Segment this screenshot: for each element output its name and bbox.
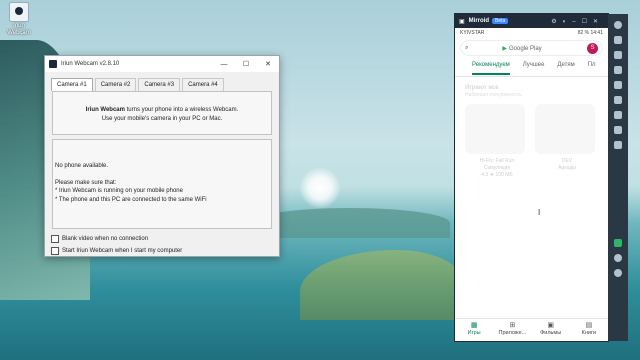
slider-icon[interactable]: [614, 81, 622, 89]
tab-top[interactable]: Лучшее: [523, 62, 545, 76]
app-cards: [465, 104, 608, 154]
carrier-text: KYIVSTAR: [460, 29, 485, 36]
app-rating: 4,3 ★ 100 МБ: [481, 172, 513, 178]
iriun-window: Iriun Webcam v2.8.10 — ☐ ✕ Camera #1 Cam…: [44, 55, 280, 257]
home-icon[interactable]: [614, 36, 622, 44]
mirroid-window: ▣ Mirroid Beta ⚙◐–☐✕ KYIVSTAR 82 % 14:41…: [455, 14, 608, 341]
nav-games[interactable]: ▦ Игры: [455, 319, 493, 341]
app-card[interactable]: [465, 104, 525, 154]
volume-icon[interactable]: [614, 126, 622, 134]
rotate-icon[interactable]: [614, 111, 622, 119]
keyboard-icon[interactable]: [614, 66, 622, 74]
iriun-titlebar[interactable]: Iriun Webcam v2.8.10 — ☐ ✕: [45, 56, 279, 72]
app-category: Симуляция: [483, 165, 511, 171]
recents-icon[interactable]: [614, 51, 622, 59]
app-category: Аркады: [558, 165, 576, 171]
desktop-background-sun: [300, 168, 340, 208]
battery-time-text: 82 % 14:41: [577, 29, 603, 36]
autostart-checkbox[interactable]: Start Iriun Webcam when I start my compu…: [51, 247, 279, 255]
bottom-navigation: ▦ Игры ⊞ Приложе... ▣ Фильмы ▤ Книги: [455, 318, 608, 341]
close-icon[interactable]: ✕: [257, 60, 279, 68]
desktop-icon-label: Iriun Webcam: [7, 23, 31, 36]
checkbox-label: Start Iriun Webcam when I start my compu…: [62, 248, 183, 254]
more-icon[interactable]: [614, 269, 622, 277]
checkbox-box[interactable]: [51, 247, 59, 255]
checkbox-box[interactable]: [51, 235, 59, 243]
play-search-bar[interactable]: ⌕ ▶ Google Play S: [461, 41, 602, 55]
maximize-icon[interactable]: ☐: [235, 60, 257, 68]
app-name: DEV: [561, 158, 573, 164]
mirroid-titlebar[interactable]: ▣ Mirroid Beta ⚙◐–☐✕: [455, 14, 608, 28]
tab-more[interactable]: Пл: [588, 62, 596, 76]
desktop-icon-iriun[interactable]: Iriun Webcam: [4, 2, 34, 37]
app-card-caption: Hi-Fly: Fall Run Симуляция 4,3 ★ 100 МБ: [467, 158, 527, 179]
nav-label: Фильмы: [540, 330, 562, 336]
iriun-app-icon: [49, 60, 57, 68]
make-sure-text: Please make sure that:: [55, 179, 117, 186]
bullet-wifi: * The phone and this PC are connected to…: [55, 196, 207, 203]
tab-camera-1[interactable]: Camera #1: [51, 78, 93, 91]
window-title: Iriun Webcam v2.8.10: [61, 61, 120, 67]
desktop-background-shore: [300, 250, 460, 320]
section-title: Играют все: [465, 85, 499, 91]
desktop-background-island: [250, 208, 450, 238]
tab-camera-4[interactable]: Camera #4: [182, 78, 224, 91]
camera-tabs: Camera #1 Camera #2 Camera #3 Camera #4: [45, 72, 279, 91]
games-icon: ▦: [470, 322, 478, 329]
tab-recommended[interactable]: Рекомендуем: [472, 62, 510, 75]
brand-name: Iriun Webcam: [85, 107, 125, 113]
minimize-icon[interactable]: —: [213, 61, 235, 68]
bullet-running: * Iriun Webcam is running on your mobile…: [55, 188, 183, 194]
no-phone-text: No phone available.: [55, 163, 109, 169]
back-icon[interactable]: [614, 21, 622, 29]
search-icon: ⌕: [465, 44, 469, 51]
avatar[interactable]: S: [587, 42, 598, 54]
nav-movies[interactable]: ▣ Фильмы: [532, 319, 570, 341]
android-status-bar: KYIVSTAR 82 % 14:41: [455, 28, 608, 37]
section-subtitle: Набирают популярность: [465, 92, 522, 98]
nav-label: Игры: [467, 330, 481, 336]
intro-line-1: Iriun Webcam turns your phone into a wir…: [53, 106, 271, 115]
blank-video-checkbox[interactable]: Blank video when no connection: [51, 235, 279, 243]
movies-icon: ▣: [547, 322, 554, 329]
fullscreen-icon[interactable]: [614, 141, 622, 149]
tab-camera-3[interactable]: Camera #3: [138, 78, 181, 91]
mirroid-toolbar: [608, 14, 628, 341]
mirroid-logo-icon: ▣: [459, 18, 465, 25]
settings-icon[interactable]: [614, 254, 622, 262]
app-card-captions: Hi-Fly: Fall Run Симуляция 4,3 ★ 100 МБ …: [467, 158, 608, 179]
beta-badge: Beta: [492, 18, 509, 24]
checkbox-label: Blank video when no connection: [62, 236, 149, 242]
nav-apps[interactable]: ⊞ Приложе...: [493, 319, 531, 341]
text-cursor-icon: I: [538, 208, 541, 217]
app-card-caption: DEV Аркады: [537, 158, 597, 179]
nav-label: Приложе...: [498, 330, 527, 336]
tab-kids[interactable]: Детям: [557, 62, 574, 76]
mirroid-title: Mirroid: [468, 18, 490, 24]
intro-line-2: Use your mobile's camera in your PC or M…: [101, 116, 223, 122]
iriun-app-icon: [9, 2, 29, 22]
google-play-text: Google Play: [509, 45, 542, 52]
nav-books[interactable]: ▤ Книги: [570, 319, 608, 341]
google-play-label: ▶ Google Play: [502, 45, 541, 52]
books-icon: ▤: [585, 322, 593, 329]
apk-install-icon[interactable]: [614, 239, 622, 247]
app-name: Hi-Fly: Fall Run: [479, 158, 515, 164]
mirroid-window-controls-icon[interactable]: ⚙◐–☐✕: [551, 18, 604, 25]
apps-icon: ⊞: [509, 322, 516, 329]
nav-label: Книги: [581, 330, 597, 336]
google-play-icon: ▶: [502, 45, 507, 52]
play-tabs: Рекомендуем Лучшее Детям Пл: [455, 59, 608, 77]
status-panel: No phone available. Please make sure tha…: [52, 139, 272, 229]
tab-camera-2[interactable]: Camera #2: [94, 78, 137, 91]
app-card[interactable]: [535, 104, 595, 154]
screenshot-icon[interactable]: [614, 96, 622, 104]
intro-text: turns your phone into a wireless Webcam.: [124, 107, 239, 113]
intro-panel: Iriun Webcam turns your phone into a wir…: [52, 91, 272, 135]
